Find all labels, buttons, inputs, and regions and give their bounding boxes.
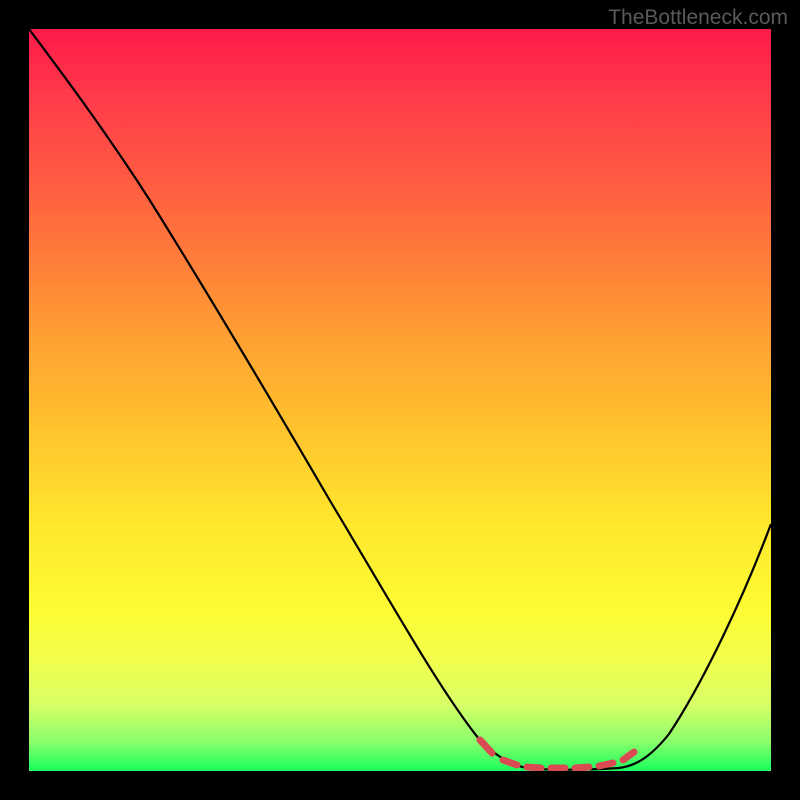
- chart-svg: [29, 29, 771, 771]
- optimal-zone-markers: [480, 740, 634, 768]
- chart-plot-area: [29, 29, 771, 771]
- attribution-text: TheBottleneck.com: [608, 6, 788, 30]
- bottleneck-curve-line: [29, 29, 771, 770]
